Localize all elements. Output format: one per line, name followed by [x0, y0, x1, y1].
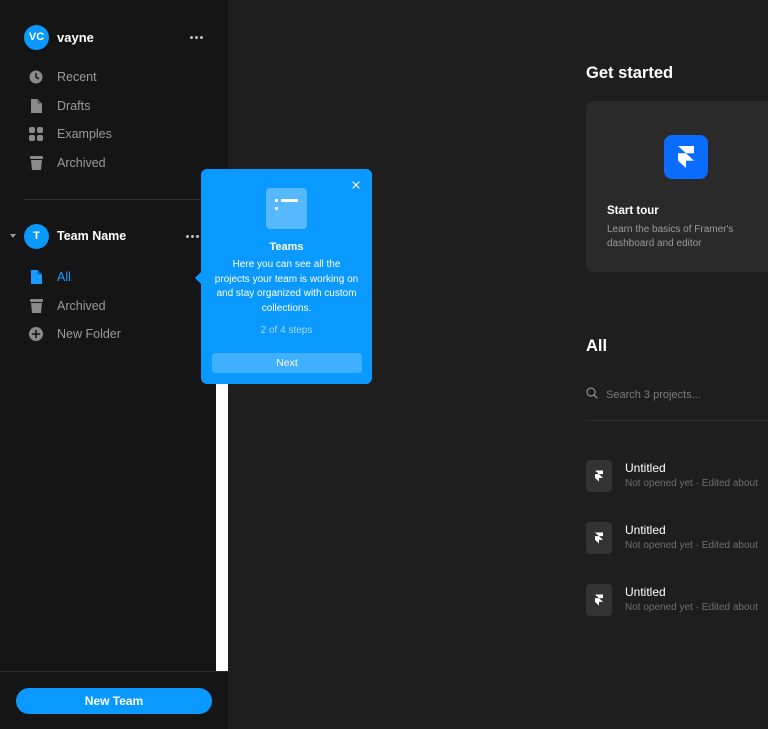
file-icon — [28, 98, 44, 114]
sidebar: VC vayne Recent Drafts Examples Archived… — [0, 0, 228, 729]
sidebar-footer: New Team — [0, 671, 228, 729]
team-avatar[interactable]: T — [24, 223, 49, 249]
framer-logo-icon — [586, 460, 612, 492]
project-meta: Not opened yet · Edited about — [625, 602, 758, 613]
sidebar-item-label: Examples — [57, 127, 112, 142]
sidebar-item-label: Archived — [57, 155, 106, 170]
teams-tour-popover: Teams Here you can see all the projects … — [195, 169, 372, 384]
sidebar-item-label: All — [57, 270, 71, 285]
sidebar-item-all[interactable]: All — [28, 263, 208, 292]
teams-icon — [266, 188, 307, 229]
user-more-icon[interactable] — [188, 29, 204, 45]
sidebar-item-archived[interactable]: Archived — [28, 149, 208, 178]
popover-text: Here you can see all the projects your t… — [214, 259, 359, 314]
sidebar-item-label: Archived — [57, 298, 106, 313]
team-name[interactable]: Team Name — [57, 229, 126, 243]
team-more-icon[interactable] — [184, 228, 200, 244]
user-avatar[interactable]: VC — [24, 24, 49, 50]
plus-circle-icon — [28, 326, 44, 342]
archive-icon — [28, 298, 44, 314]
start-tour-card[interactable]: Start tour Learn the basics of Framer's … — [586, 101, 768, 272]
project-meta: Not opened yet · Edited about — [625, 478, 758, 489]
sidebar-item-label: New Folder — [57, 327, 121, 342]
framer-logo-icon — [586, 584, 612, 616]
get-started-heading: Get started — [586, 64, 674, 82]
sidebar-item-team-archived[interactable]: Archived — [28, 292, 208, 321]
search-input[interactable] — [606, 389, 756, 401]
project-title: Untitled — [625, 585, 666, 599]
tour-title: Start tour — [607, 205, 659, 217]
project-search[interactable] — [586, 385, 768, 405]
popover-arrow — [195, 271, 202, 285]
all-heading: All — [586, 337, 608, 355]
project-row[interactable]: Untitled Not opened yet · Edited about — [586, 584, 768, 618]
team-row[interactable]: T Team Name — [8, 223, 208, 249]
project-meta: Not opened yet · Edited about — [625, 540, 758, 551]
user-row[interactable]: VC vayne — [24, 24, 204, 50]
close-icon[interactable] — [350, 179, 362, 191]
framer-logo-icon — [664, 135, 708, 179]
grid-icon — [28, 126, 44, 142]
project-row[interactable]: Untitled Not opened yet · Edited about — [586, 460, 768, 494]
sidebar-divider — [24, 199, 204, 200]
archive-icon — [28, 155, 44, 171]
sidebar-item-examples[interactable]: Examples — [28, 120, 208, 149]
next-button[interactable]: Next — [212, 353, 362, 373]
project-title: Untitled — [625, 461, 666, 475]
sidebar-item-new-folder[interactable]: New Folder — [28, 320, 208, 349]
user-name[interactable]: vayne — [57, 30, 94, 45]
popover-steps: 2 of 4 steps — [260, 325, 313, 336]
framer-logo-icon — [586, 522, 612, 554]
sidebar-item-recent[interactable]: Recent — [28, 63, 208, 92]
tour-description: Learn the basics of Framer's dashboard a… — [607, 224, 734, 249]
sidebar-item-label: Drafts — [57, 98, 91, 113]
team-nav: All Archived New Folder — [28, 263, 208, 349]
sidebar-scroll-strip — [216, 380, 228, 672]
sidebar-item-label: Recent — [57, 70, 97, 85]
caret-down-icon[interactable] — [8, 231, 18, 241]
clock-icon — [28, 69, 44, 85]
project-title: Untitled — [625, 523, 666, 537]
popover-title: Teams — [269, 241, 304, 253]
main-nav: Recent Drafts Examples Archived — [28, 63, 208, 177]
search-divider — [586, 420, 768, 421]
new-team-button[interactable]: New Team — [16, 688, 212, 714]
project-row[interactable]: Untitled Not opened yet · Edited about — [586, 522, 768, 556]
file-icon — [28, 269, 44, 285]
sidebar-item-drafts[interactable]: Drafts — [28, 92, 208, 121]
search-icon — [586, 386, 598, 404]
